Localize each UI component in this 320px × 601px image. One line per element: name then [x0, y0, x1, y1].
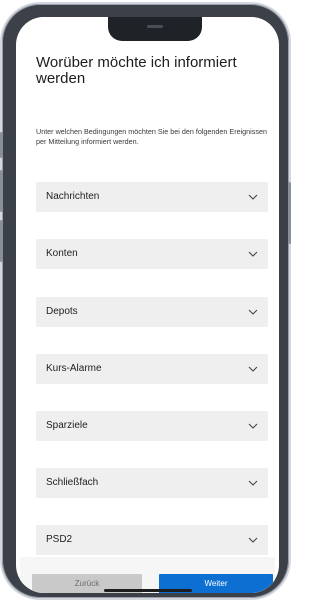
accordion-item-kurs-alarme[interactable]: Kurs-Alarme [36, 354, 268, 384]
accordion-item-label: Konten [46, 248, 78, 259]
chevron-down-icon [248, 194, 258, 200]
chevron-down-icon [248, 537, 258, 543]
phone-side-button [288, 182, 291, 244]
chevron-down-icon [248, 309, 258, 315]
chevron-down-icon [248, 480, 258, 486]
accordion-item-label: Sparziele [46, 420, 88, 431]
phone-side-button [0, 220, 3, 262]
home-indicator[interactable] [104, 589, 192, 592]
chevron-down-icon [248, 423, 258, 429]
phone-side-button [0, 170, 3, 212]
accordion-item-label: PSD2 [46, 534, 73, 545]
app-content: Worüber möchte ich informiert werden Unt… [20, 17, 275, 593]
accordion-item-label: Schließfach [46, 477, 99, 488]
accordion-item-nachrichten[interactable]: Nachrichten [36, 182, 268, 212]
accordion-item-sparziele[interactable]: Sparziele [36, 411, 268, 441]
phone-frame: Worüber möchte ich informiert werden Unt… [0, 4, 291, 598]
phone-screen: Worüber möchte ich informiert werden Unt… [16, 17, 279, 593]
phone-side-button [0, 132, 3, 158]
accordion-item-label: Depots [46, 306, 78, 317]
accordion-item-schliessfach[interactable]: Schließfach [36, 468, 268, 498]
page-title: Worüber möchte ich informiert werden [36, 54, 237, 87]
accordion-item-psd2[interactable]: PSD2 [36, 525, 268, 555]
page-description: Unter welchen Bedingungen möchten Sie be… [36, 127, 267, 146]
speaker-grille [147, 25, 163, 28]
phone-notch [108, 17, 202, 41]
chevron-down-icon [248, 251, 258, 257]
accordion-item-depots[interactable]: Depots [36, 297, 268, 327]
accordion-item-label: Kurs-Alarme [46, 363, 102, 374]
accordion-item-konten[interactable]: Konten [36, 239, 268, 269]
accordion-item-label: Nachrichten [46, 191, 100, 202]
chevron-down-icon [248, 366, 258, 372]
